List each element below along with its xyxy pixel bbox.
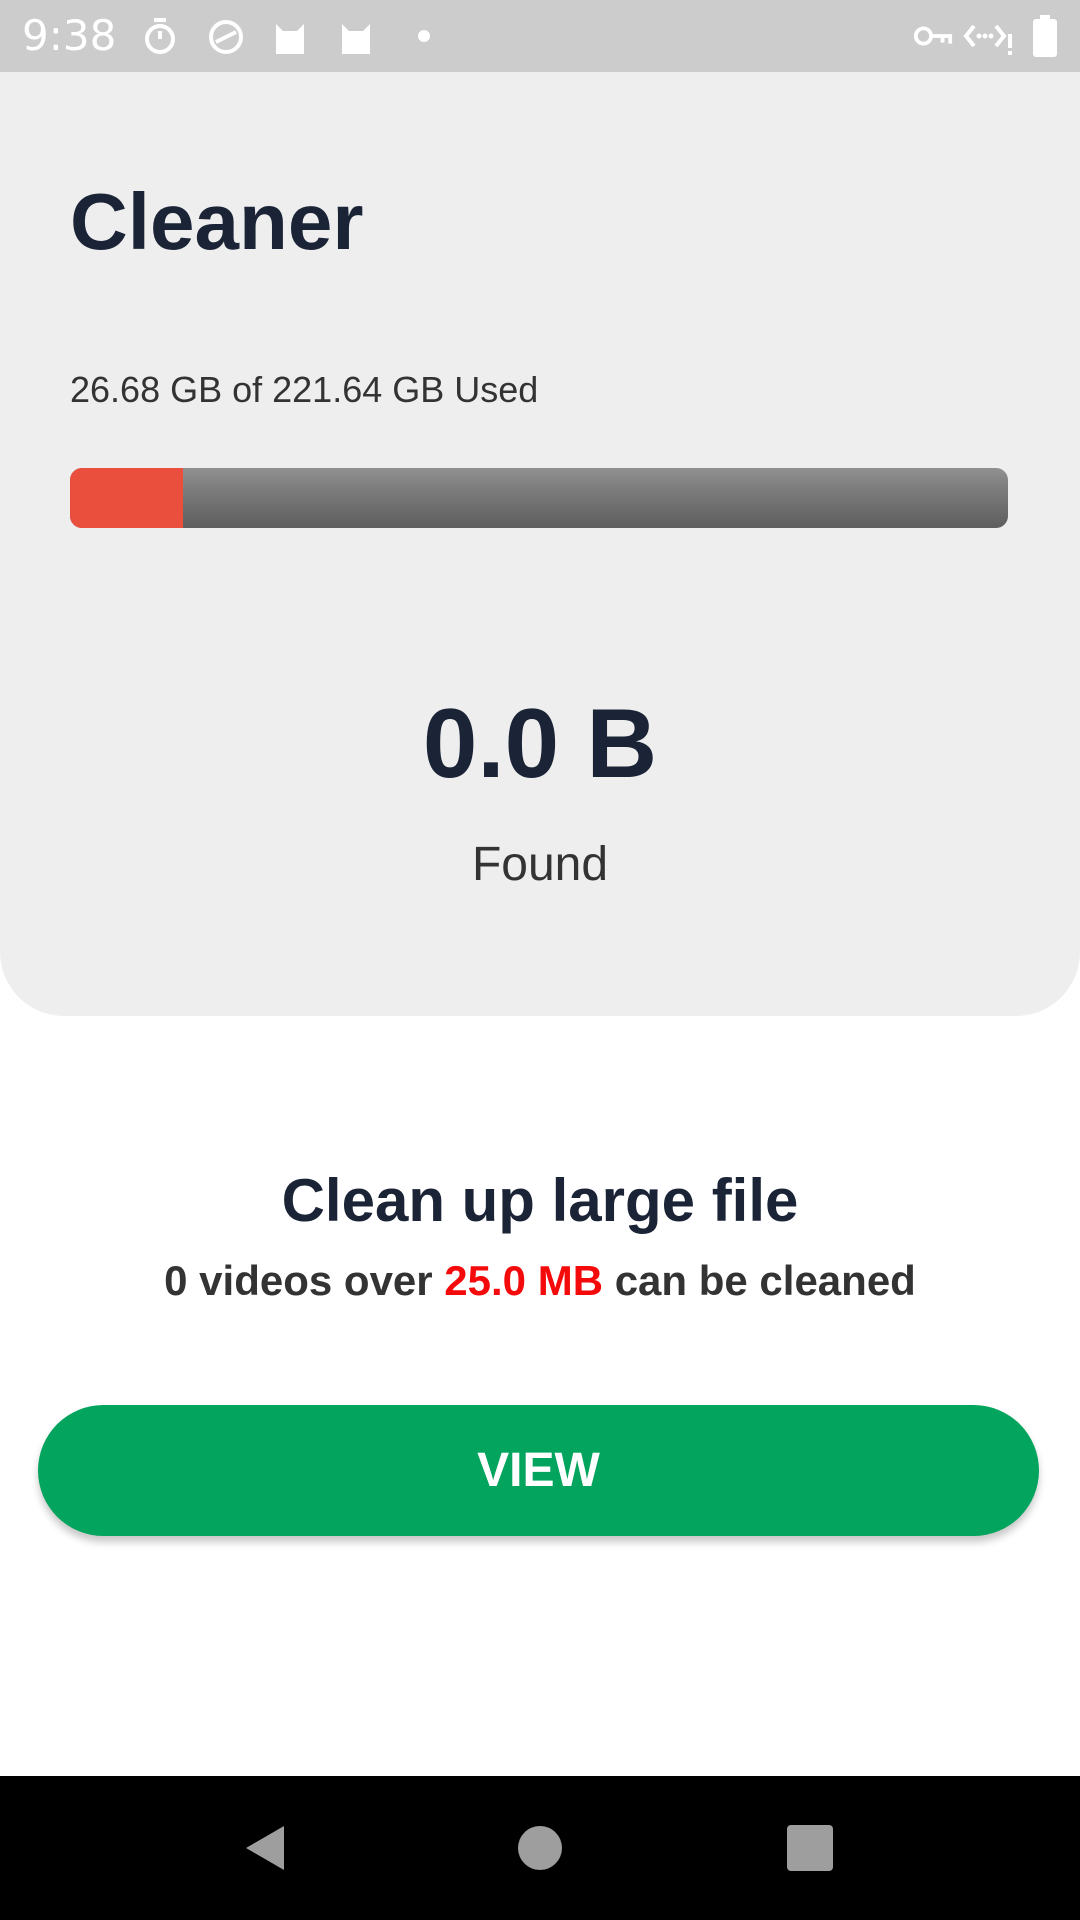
home-button[interactable] — [490, 1798, 590, 1898]
large-file-title: Clean up large file — [281, 1167, 799, 1234]
status-time: 9:38 — [22, 11, 117, 60]
status-bar: 9:38 — [0, 0, 1080, 72]
large-file-desc-suffix: can be cleaned — [603, 1257, 916, 1304]
page-title: Cleaner — [70, 177, 364, 266]
home-icon — [518, 1826, 562, 1870]
large-file-description: 0 videos over 25.0 MB can be cleaned — [0, 1254, 1080, 1308]
recents-button[interactable] — [760, 1798, 860, 1898]
dot-icon — [418, 30, 430, 42]
found-label: Found — [471, 838, 609, 891]
found-size-value: 0.0 B — [422, 688, 658, 798]
recents-icon — [787, 1825, 833, 1871]
data-saver-icon — [963, 24, 1012, 55]
storage-usage-text: 26.68 GB of 221.64 GB Used — [70, 369, 539, 410]
storage-progress-bar — [70, 468, 1008, 528]
large-file-threshold: 25.0 MB — [444, 1257, 604, 1304]
cat-icon — [342, 24, 370, 54]
view-button[interactable]: VIEW — [38, 1405, 1039, 1536]
timer-icon — [145, 18, 175, 54]
storage-progress-fill — [70, 468, 183, 528]
system-nav-bar — [0, 1776, 1080, 1920]
back-icon — [246, 1826, 284, 1870]
back-button[interactable] — [216, 1798, 316, 1898]
speedometer-icon — [209, 20, 243, 54]
battery-icon — [1033, 15, 1057, 57]
vpn-key-icon — [913, 26, 953, 46]
large-file-count-text: 0 videos over — [164, 1257, 445, 1304]
cat-icon — [276, 24, 304, 54]
